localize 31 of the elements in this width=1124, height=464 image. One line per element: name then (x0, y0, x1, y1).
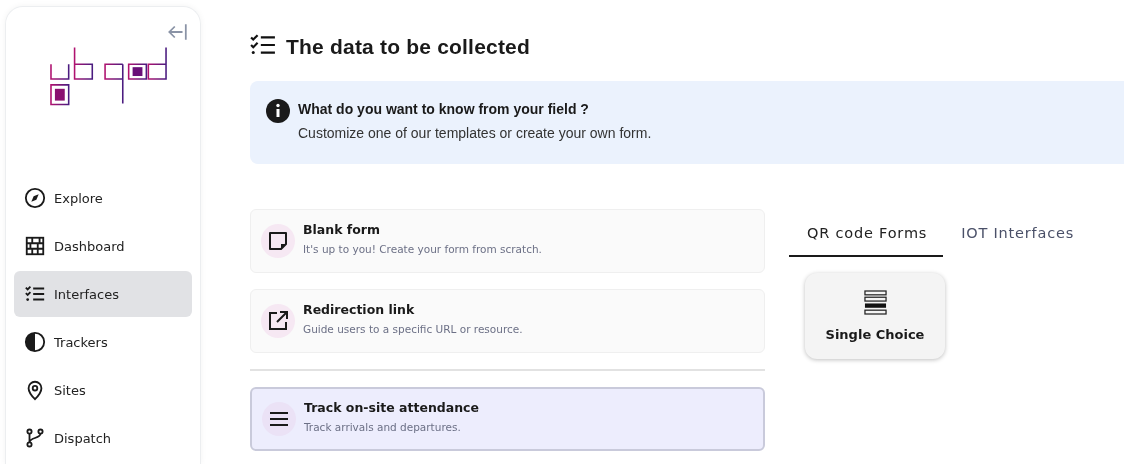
note-icon (266, 229, 290, 253)
nav-item[interactable]: Trackers (14, 319, 192, 365)
template-description: It's up to you! Create your form from scratch. (303, 242, 542, 255)
single-choice-icon (863, 290, 887, 315)
template-title: Track on-site attendance (304, 399, 479, 415)
info-text: Customize one of our templates or create your own form. (298, 125, 652, 141)
collapse-icon[interactable] (166, 23, 188, 41)
nav-item[interactable]: Sites (14, 367, 192, 413)
compass-icon (24, 187, 46, 209)
info-icon (266, 99, 290, 123)
tab[interactable]: IOT Interfaces (943, 209, 1090, 257)
template-description: Track arrivals and departures. (304, 420, 462, 433)
template-card[interactable]: Track on-site attendance Track arrivals and departures. (250, 387, 765, 451)
nav-item[interactable]: Dispatch (14, 415, 192, 461)
field-type-card[interactable]: Single Choice (805, 273, 945, 359)
nav-item[interactable]: Interfaces (14, 271, 192, 317)
template-card[interactable]: Blank form It's up to you! Create your form from scratch. (250, 209, 765, 273)
brick-wall-icon (24, 235, 46, 257)
template-title: Blank form (303, 221, 382, 237)
half-circle-icon (24, 331, 46, 353)
template-description: Guide users to a specific URL or resource. (303, 322, 523, 335)
branch-icon (24, 427, 46, 449)
nav-item[interactable]: Explore (14, 175, 192, 221)
tab[interactable]: QR code Forms (789, 209, 944, 257)
checklist-icon (250, 34, 276, 56)
nav-item[interactable]: Dashboard (14, 223, 192, 269)
template-card[interactable]: Redirection link Guide users to a specific URL or resource. (250, 289, 765, 353)
external-link-icon (266, 309, 290, 333)
page-title: The data to be collected (286, 35, 530, 59)
template-title: Redirection link (303, 301, 416, 317)
info-title: What do you want to know from your field ? (298, 101, 590, 117)
